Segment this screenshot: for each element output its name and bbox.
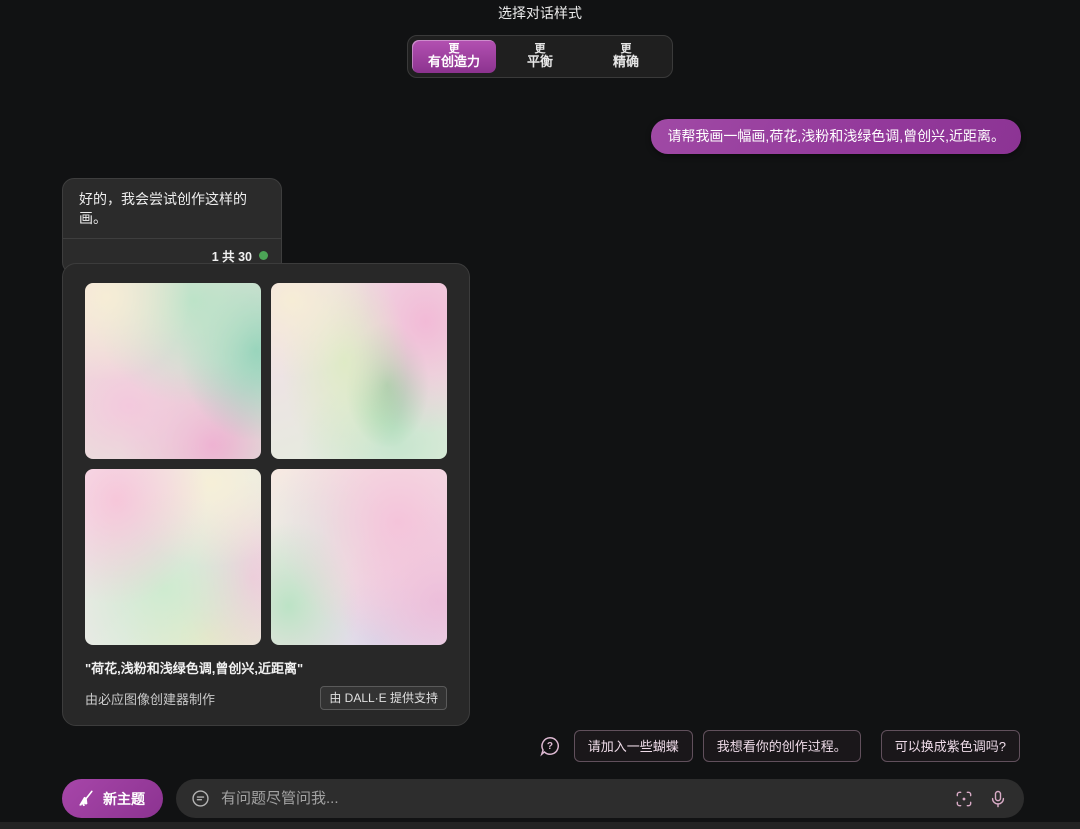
microphone-button[interactable] [986,787,1010,811]
bot-message-bubble: 好的，我会尝试创作这样的画。 1 共 30 [62,178,282,274]
generated-image-4[interactable] [271,469,447,645]
suggestion-chip-purple[interactable]: 可以换成紫色调吗? [881,730,1020,762]
generated-image-3[interactable] [85,469,261,645]
generated-image-grid [85,283,447,645]
visual-search-icon [954,789,974,809]
message-input[interactable] [221,790,942,807]
broom-icon [76,789,95,808]
svg-text:?: ? [547,741,553,752]
page-title: 选择对话样式 [0,3,1080,23]
tab-creative-label: 有创造力 [428,55,480,70]
suggestion-chips-row: ? 请加入一些蝴蝶 我想看你的创作过程。 可以换成紫色调吗? [539,730,1020,762]
attribution-row: 由必应图像创建器制作 由 DALL·E 提供支持 [85,686,447,710]
bottom-edge [0,822,1080,829]
microphone-icon [988,789,1008,809]
help-button[interactable]: ? [539,735,561,757]
attribution-text: 由必应图像创建器制作 [85,689,215,708]
image-result-card: "荷花,浅粉和浅绿色调,曾创兴,近距离" 由必应图像创建器制作 由 DALL·E… [62,263,470,726]
visual-search-button[interactable] [952,787,976,811]
help-bubble-icon: ? [539,735,561,757]
suggestion-chip-butterflies[interactable]: 请加入一些蝴蝶 [574,730,693,762]
chat-input-bar[interactable] [176,779,1024,818]
tab-precise[interactable]: 更 精确 [584,40,668,73]
bot-message-text: 好的，我会尝试创作这样的画。 [63,179,281,238]
user-message-bubble: 请帮我画一幅画,荷花,浅粉和浅绿色调,曾创兴,近距离。 [651,119,1021,154]
chat-bubble-icon [190,788,211,809]
generated-image-2[interactable] [271,283,447,459]
status-dot [259,251,268,260]
tab-balanced[interactable]: 更 平衡 [498,40,582,73]
conversation-style-selector: 更 有创造力 更 平衡 更 精确 [407,35,673,78]
tab-balanced-label: 平衡 [527,55,553,70]
tab-precise-label: 精确 [613,55,639,70]
tab-creative[interactable]: 更 有创造力 [412,40,496,73]
dalle-badge: 由 DALL·E 提供支持 [320,686,447,710]
suggestion-chip-process[interactable]: 我想看你的创作过程。 [703,730,861,762]
image-caption: "荷花,浅粉和浅绿色调,曾创兴,近距离" [85,658,447,677]
new-topic-button[interactable]: 新主题 [62,779,163,818]
bing-chat-app: 选择对话样式 更 有创造力 更 平衡 更 精确 请帮我画一幅画,荷花,浅粉和浅绿… [0,0,1080,829]
generated-image-1[interactable] [85,283,261,459]
new-topic-label: 新主题 [103,789,145,809]
